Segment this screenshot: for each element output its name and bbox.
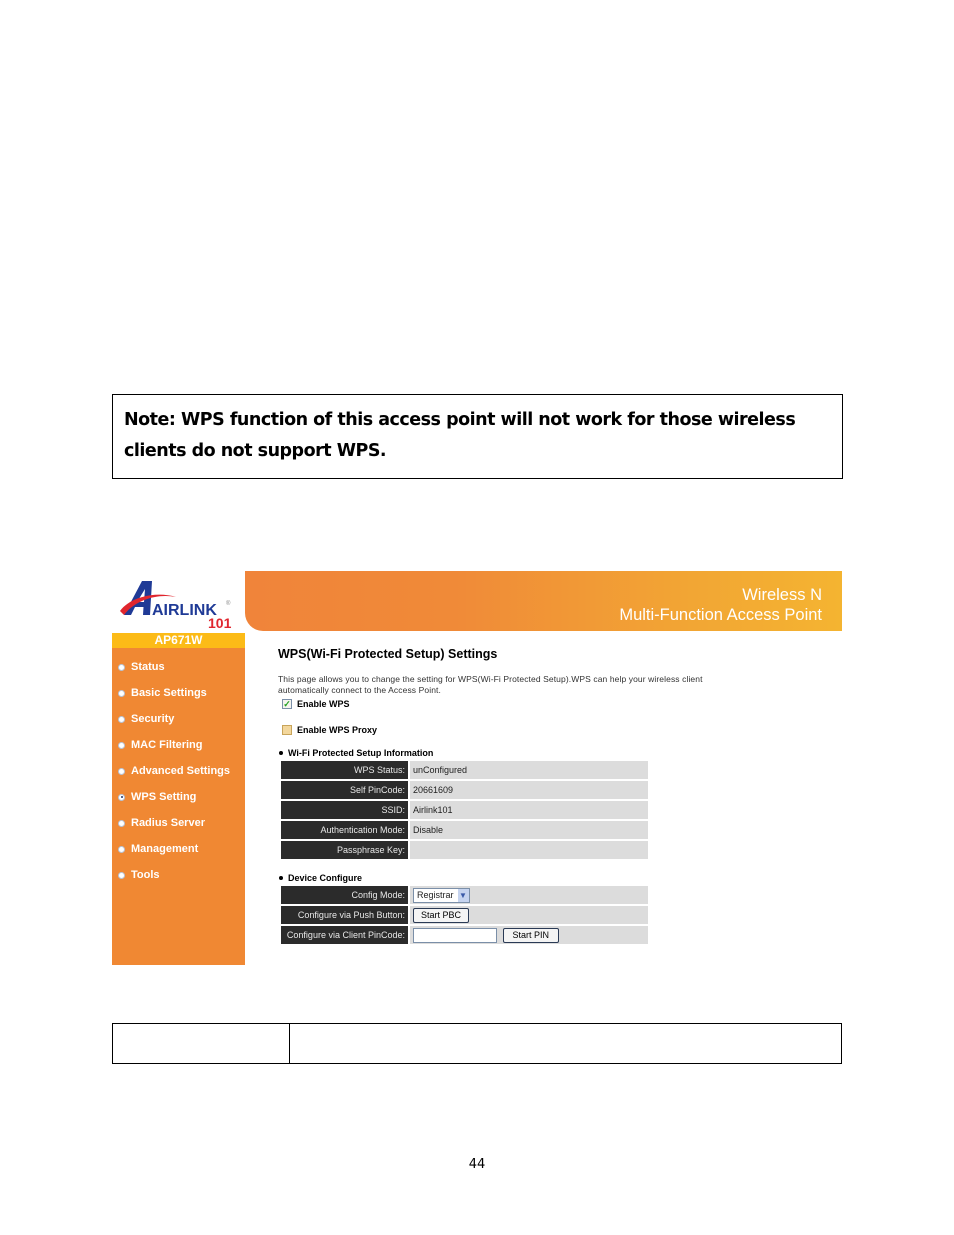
client-pincode-input[interactable]: [413, 927, 497, 943]
main-content: WPS(Wi-Fi Protected Setup) Settings This…: [278, 647, 842, 946]
start-pin-button[interactable]: Start PIN: [502, 927, 560, 943]
header-banner: Wireless N Multi-Function Access Point: [245, 571, 842, 631]
sidebar-nav: Status Basic Settings Security MAC Filte…: [112, 648, 245, 888]
sidebar: AP671W Status Basic Settings Security MA…: [112, 633, 245, 965]
device-section-title: Device Configure: [278, 872, 842, 884]
note-box: Note: WPS function of this access point …: [112, 394, 843, 479]
page-number: 44: [468, 1157, 486, 1172]
sidebar-item-status[interactable]: Status: [112, 654, 245, 680]
header-line-1: Wireless N: [742, 586, 822, 604]
airlink-logo: AIRLINK ® 101: [116, 575, 241, 631]
sidebar-item-tools[interactable]: Tools: [112, 862, 245, 888]
radio-icon: [118, 715, 125, 723]
table-row: Configure via Client PinCode: Start PIN: [281, 926, 648, 944]
enable-wps-proxy-label: Enable WPS Proxy: [297, 725, 378, 735]
bottom-table: [112, 1023, 842, 1064]
ssid-value: Airlink101: [410, 801, 648, 819]
radio-icon: [118, 767, 125, 775]
table-row: WPS Status: unConfigured: [281, 761, 648, 779]
config-mode-select[interactable]: Registrar ▼: [413, 887, 470, 903]
bullet-icon: [279, 876, 283, 880]
info-section-title: Wi-Fi Protected Setup Information: [278, 747, 842, 759]
table-row: Authentication Mode: Disable: [281, 821, 648, 839]
table-row: Config Mode: Registrar ▼: [281, 886, 648, 904]
radio-icon: [118, 845, 125, 853]
enable-wps-proxy-row: Enable WPS Proxy: [282, 723, 842, 737]
enable-wps-label: Enable WPS: [297, 699, 350, 709]
table-row: [112, 1023, 842, 1064]
passphrase-value: [410, 841, 648, 859]
chevron-down-icon: ▼: [457, 888, 469, 902]
page-title: WPS(Wi-Fi Protected Setup) Settings: [278, 647, 498, 661]
radio-icon: [118, 871, 125, 879]
enable-wps-checkbox[interactable]: ✓: [282, 699, 292, 709]
table-cell: [289, 1023, 842, 1064]
table-cell: [112, 1023, 290, 1064]
sidebar-item-wps-setting[interactable]: WPS Setting: [112, 784, 245, 810]
svg-text:101: 101: [208, 615, 232, 631]
router-ui-screenshot: AIRLINK ® 101 Wireless N Multi-Function …: [112, 571, 842, 965]
wps-info-table: WPS Status: unConfigured Self PinCode: 206…: [281, 759, 648, 861]
self-pincode-value: 20661609: [410, 781, 648, 799]
auth-mode-value: Disable: [410, 821, 648, 839]
radio-icon: [118, 741, 125, 749]
enable-wps-proxy-checkbox[interactable]: [282, 725, 292, 735]
sidebar-item-advanced-settings[interactable]: Advanced Settings: [112, 758, 245, 784]
table-row: Self PinCode: 20661609: [281, 781, 648, 799]
note-line-2: clients do not support WPS.: [124, 441, 387, 461]
bullet-icon: [279, 751, 283, 755]
radio-icon: [118, 663, 125, 671]
sidebar-item-radius-server[interactable]: Radius Server: [112, 810, 245, 836]
page-description: This page allows you to change the setti…: [278, 674, 703, 695]
sidebar-item-mac-filtering[interactable]: MAC Filtering: [112, 732, 245, 758]
device-config-table: Config Mode: Registrar ▼ Configure via P…: [281, 884, 648, 946]
table-row: Passphrase Key:: [281, 841, 648, 859]
model-label: AP671W: [112, 633, 245, 648]
note-line-1: Note: WPS function of this access point …: [124, 410, 796, 430]
table-row: Configure via Push Button: Start PBC: [281, 906, 648, 924]
radio-icon: [118, 689, 125, 697]
sidebar-item-security[interactable]: Security: [112, 706, 245, 732]
enable-wps-row: ✓ Enable WPS: [282, 697, 842, 711]
table-row: SSID: Airlink101: [281, 801, 648, 819]
svg-text:®: ®: [226, 600, 231, 607]
radio-icon: [118, 819, 125, 827]
sidebar-item-basic-settings[interactable]: Basic Settings: [112, 680, 245, 706]
sidebar-item-management[interactable]: Management: [112, 836, 245, 862]
radio-selected-icon: [118, 793, 125, 801]
start-pbc-button[interactable]: Start PBC: [413, 907, 470, 923]
wps-status-value: unConfigured: [410, 761, 648, 779]
header-line-2: Multi-Function Access Point: [619, 606, 822, 624]
